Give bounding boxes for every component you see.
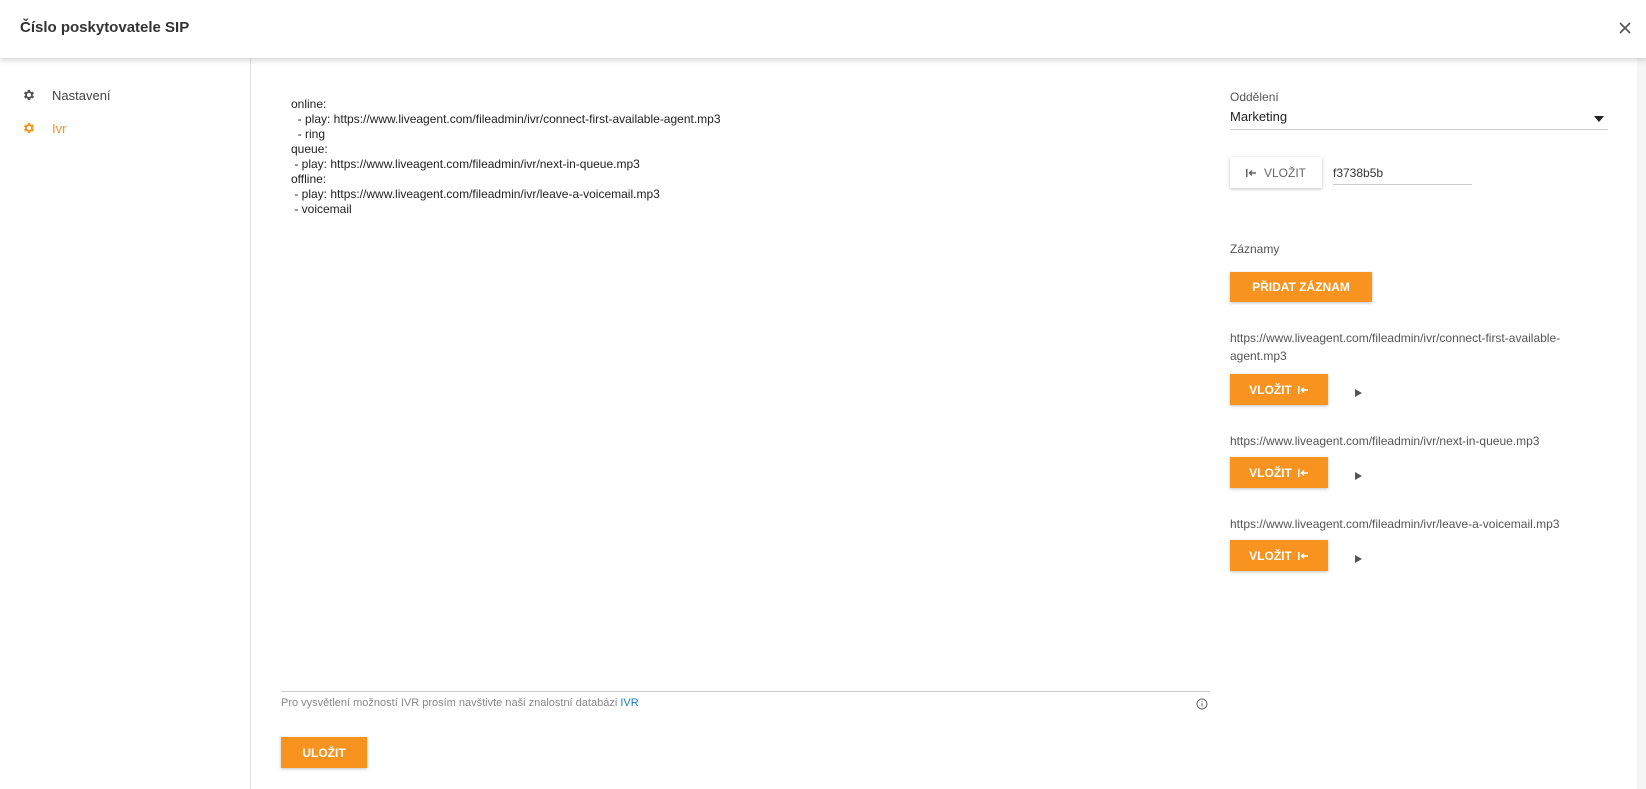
- record-url: https://www.liveagent.com/fileadmin/ivr/…: [1230, 331, 1561, 363]
- editor-underline: [281, 691, 1210, 692]
- sidebar-item-label: Nastavení: [52, 87, 111, 103]
- records-label: Záznamy: [1230, 242, 1280, 256]
- record-url: https://www.liveagent.com/fileadmin/ivr/…: [1230, 517, 1560, 531]
- gear-icon: [23, 122, 35, 134]
- dialog-header: Číslo poskytovatele SIP: [0, 0, 1646, 58]
- insert-label: VLOŽIT: [1249, 548, 1292, 563]
- insert-icon: [1297, 468, 1308, 477]
- info-icon[interactable]: [1196, 697, 1208, 710]
- insert-record-button[interactable]: VLOŽIT: [1230, 374, 1328, 405]
- department-code-field[interactable]: f3738b5b: [1333, 162, 1472, 185]
- gear-icon: [23, 89, 35, 101]
- save-button[interactable]: ULOŽIT: [281, 737, 367, 768]
- close-icon[interactable]: [1614, 17, 1636, 39]
- play-icon[interactable]: [1353, 551, 1363, 563]
- ivr-knowledgebase-link[interactable]: IVR: [620, 697, 638, 709]
- insert-label: VLOŽIT: [1249, 465, 1292, 480]
- scrollbar[interactable]: [1637, 58, 1646, 789]
- insert-label: VLOŽIT: [1263, 165, 1306, 180]
- ivr-script-editor[interactable]: online: - play: https://www.liveagent.co…: [291, 97, 721, 217]
- ivr-hint: Pro vysvětlení možností IVR prosím navšt…: [281, 697, 639, 709]
- insert-icon: [1297, 385, 1308, 394]
- insert-icon: [1297, 551, 1308, 560]
- department-label: Oddělení: [1230, 90, 1279, 104]
- department-selected: Marketing: [1230, 109, 1288, 124]
- insert-icon: [1245, 168, 1256, 177]
- sidebar-item-nastaveni[interactable]: Nastavení: [22, 84, 111, 106]
- sidebar-item-ivr[interactable]: Ivr: [22, 117, 66, 139]
- caret-down-icon: [1594, 116, 1604, 122]
- play-icon[interactable]: [1353, 385, 1363, 397]
- sidebar: Nastavení Ivr: [0, 58, 251, 789]
- ivr-hint-text: Pro vysvětlení možností IVR prosím navšt…: [281, 697, 621, 709]
- dialog-title: Číslo poskytovatele SIP: [20, 19, 190, 36]
- play-icon[interactable]: [1353, 468, 1363, 480]
- sidebar-item-label: Ivr: [52, 120, 67, 136]
- insert-label: VLOŽIT: [1249, 382, 1292, 397]
- insert-record-button[interactable]: VLOŽIT: [1230, 540, 1328, 571]
- insert-department-button[interactable]: VLOŽIT: [1230, 157, 1322, 188]
- insert-record-button[interactable]: VLOŽIT: [1230, 457, 1328, 488]
- record-url: https://www.liveagent.com/fileadmin/ivr/…: [1230, 434, 1540, 448]
- add-record-button[interactable]: PŘIDAT ZÁZNAM: [1230, 272, 1372, 302]
- department-select[interactable]: Marketing: [1230, 108, 1608, 130]
